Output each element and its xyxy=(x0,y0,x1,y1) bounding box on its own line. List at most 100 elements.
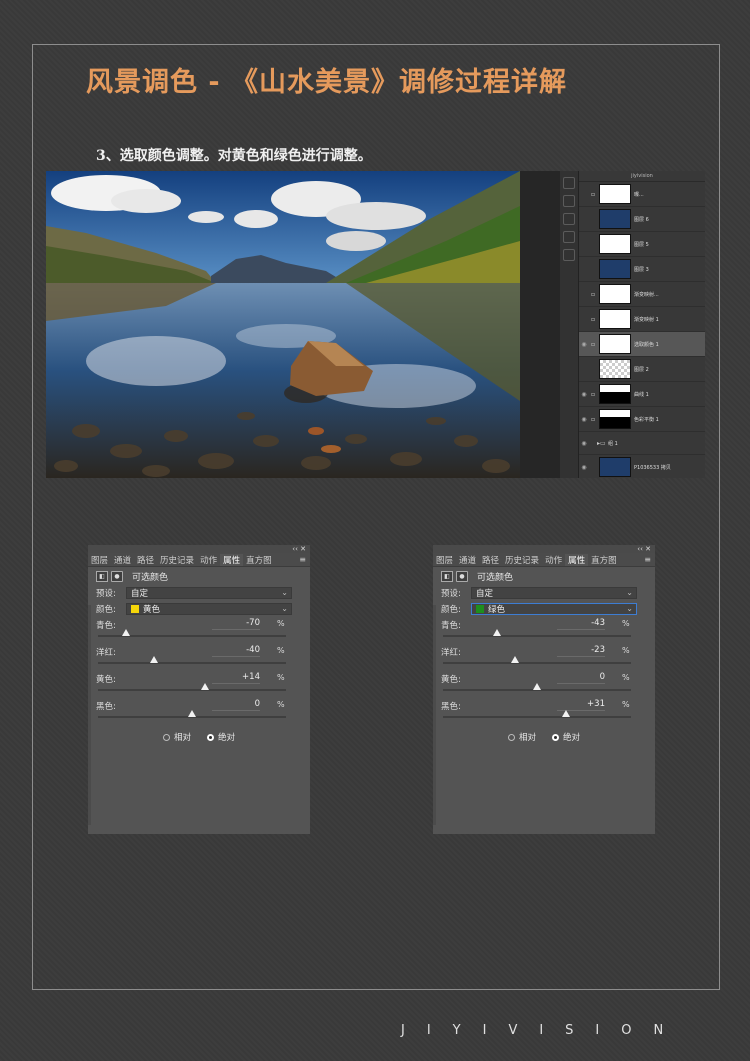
tab-3[interactable]: 历史记录 xyxy=(157,554,197,566)
mask-icon[interactable]: ● xyxy=(111,570,123,582)
slider-thumb[interactable] xyxy=(533,683,541,690)
layer-thumbnail xyxy=(599,334,631,354)
panel-resize-handle[interactable] xyxy=(433,605,436,825)
layer-row[interactable]: 图层 3 xyxy=(579,257,705,282)
layer-row[interactable]: 图层 2 xyxy=(579,357,705,382)
layer-row[interactable]: 图层 5 xyxy=(579,232,705,257)
color-select[interactable]: 绿色 ⌄ xyxy=(471,603,637,615)
layer-row[interactable]: ◉ ▫ 曲线 1 xyxy=(579,382,705,407)
collapse-icon[interactable]: ‹‹ ✕ xyxy=(292,545,306,553)
layer-thumbnail xyxy=(599,384,631,404)
menu-icon[interactable]: ≡ xyxy=(299,555,306,564)
radio-icon[interactable] xyxy=(507,733,515,741)
layer-row[interactable]: ◉ ▫ 选取颜色 1 xyxy=(579,332,705,357)
slider-row: 洋红: -23% xyxy=(433,644,655,671)
slider-thumb[interactable] xyxy=(122,629,131,636)
radio-relative[interactable]: 相对 xyxy=(507,731,536,743)
slider-track[interactable] xyxy=(98,689,286,691)
layer-name: 图层 3 xyxy=(634,266,649,273)
slider-value-input[interactable]: -40 xyxy=(212,645,260,657)
percent-unit: % xyxy=(622,646,630,655)
slider-thumb[interactable] xyxy=(150,656,159,663)
preset-select[interactable]: 自定 ⌄ xyxy=(126,587,292,599)
tab-4[interactable]: 动作 xyxy=(542,554,565,566)
slider-thumb[interactable] xyxy=(188,710,196,717)
layer-row[interactable]: ▫ 渐变映射... xyxy=(579,282,705,307)
link-icon: ▫ xyxy=(590,415,596,423)
slider-track[interactable] xyxy=(443,662,631,664)
layer-row[interactable]: ▫ 曝... xyxy=(579,182,705,207)
slider-value-input[interactable]: 0 xyxy=(212,699,260,711)
tab-5[interactable]: 属性 xyxy=(565,553,589,566)
slider-label: 洋红: xyxy=(96,648,116,658)
tab-1[interactable]: 通道 xyxy=(111,554,134,566)
tab-6[interactable]: 直方图 xyxy=(588,554,620,566)
eye-icon[interactable]: ◉ xyxy=(579,391,589,398)
tab-3[interactable]: 历史记录 xyxy=(502,554,542,566)
layer-row[interactable]: ◉ ▫ 色彩平衡 1 xyxy=(579,407,705,432)
radio-absolute[interactable]: 绝对 xyxy=(207,731,235,743)
tab-0[interactable]: 图层 xyxy=(88,554,111,566)
preset-select[interactable]: 自定 ⌄ xyxy=(471,587,637,599)
tool-icon[interactable] xyxy=(563,213,575,225)
eye-icon[interactable]: ◉ xyxy=(579,440,589,447)
layer-thumbnail xyxy=(599,284,631,304)
eye-icon[interactable]: ◉ xyxy=(579,341,589,348)
radio-relative[interactable]: 相对 xyxy=(162,731,191,743)
layer-thumbnail xyxy=(599,309,631,329)
color-select[interactable]: 黄色 ⌄ xyxy=(126,603,292,615)
chevron-down-icon: ⌄ xyxy=(626,588,633,597)
layer-row[interactable]: ▫ 渐变映射 1 xyxy=(579,307,705,332)
tool-icon[interactable] xyxy=(563,195,575,207)
radio-absolute[interactable]: 绝对 xyxy=(552,731,580,743)
tab-2[interactable]: 路径 xyxy=(479,554,502,566)
layer-name: 选取颜色 1 xyxy=(634,341,659,348)
slider-track[interactable] xyxy=(443,716,631,718)
menu-icon[interactable]: ≡ xyxy=(644,555,651,564)
eye-icon[interactable]: ◉ xyxy=(579,464,589,471)
tool-icon[interactable] xyxy=(563,231,575,243)
layer-row[interactable]: 图层 6 xyxy=(579,207,705,232)
slider-thumb[interactable] xyxy=(492,629,501,636)
slider-label: 黄色: xyxy=(96,675,116,685)
tab-0[interactable]: 图层 xyxy=(433,554,456,566)
tool-icon[interactable] xyxy=(563,249,575,261)
slider-value-input[interactable]: -23 xyxy=(557,645,605,657)
slider-track[interactable] xyxy=(98,662,286,664)
eye-icon[interactable]: ◉ xyxy=(579,416,589,423)
radio-icon[interactable] xyxy=(207,733,214,741)
slider-value-input[interactable]: 0 xyxy=(557,672,605,684)
slider-track[interactable] xyxy=(443,635,631,637)
color-label: 颜色: xyxy=(441,605,461,615)
slider-value-input[interactable]: -70 xyxy=(212,618,260,630)
slider-thumb[interactable] xyxy=(562,710,571,717)
slider-value-input[interactable]: -43 xyxy=(557,618,605,630)
tab-1[interactable]: 通道 xyxy=(456,554,479,566)
layer-row[interactable]: ◉ ▸▭ 组 1 xyxy=(579,432,705,455)
tab-5[interactable]: 属性 xyxy=(220,553,244,566)
slider-value-input[interactable]: +14 xyxy=(212,672,260,684)
radio-icon[interactable] xyxy=(552,733,559,741)
slider-thumb[interactable] xyxy=(511,656,520,663)
collapse-icon[interactable]: ‹‹ ✕ xyxy=(637,545,651,553)
tab-2[interactable]: 路径 xyxy=(134,554,157,566)
tab-6[interactable]: 直方图 xyxy=(243,554,275,566)
slider-label: 青色: xyxy=(441,621,461,631)
method-radio-group: 相对 绝对 xyxy=(433,727,655,747)
slider-row: 黑色: 0% xyxy=(88,698,310,725)
mask-icon[interactable]: ● xyxy=(456,570,468,582)
layer-name: P1036533 拷贝 xyxy=(634,464,671,471)
tool-icon[interactable] xyxy=(563,177,575,189)
slider-row: 青色: -70% xyxy=(88,617,310,644)
layer-name: 曲线 1 xyxy=(634,391,649,398)
adjustment-name: 可选颜色 xyxy=(132,572,169,583)
layer-name: 组 1 xyxy=(608,440,618,447)
panel-resize-handle[interactable] xyxy=(88,605,91,825)
radio-icon[interactable] xyxy=(162,733,170,741)
tab-4[interactable]: 动作 xyxy=(197,554,220,566)
slider-row: 青色: -43% xyxy=(433,617,655,644)
layer-thumbnail xyxy=(599,234,631,254)
layer-row[interactable]: ◉ P1036533 拷贝 xyxy=(579,455,705,478)
percent-unit: % xyxy=(622,673,630,682)
slider-thumb[interactable] xyxy=(201,683,210,690)
